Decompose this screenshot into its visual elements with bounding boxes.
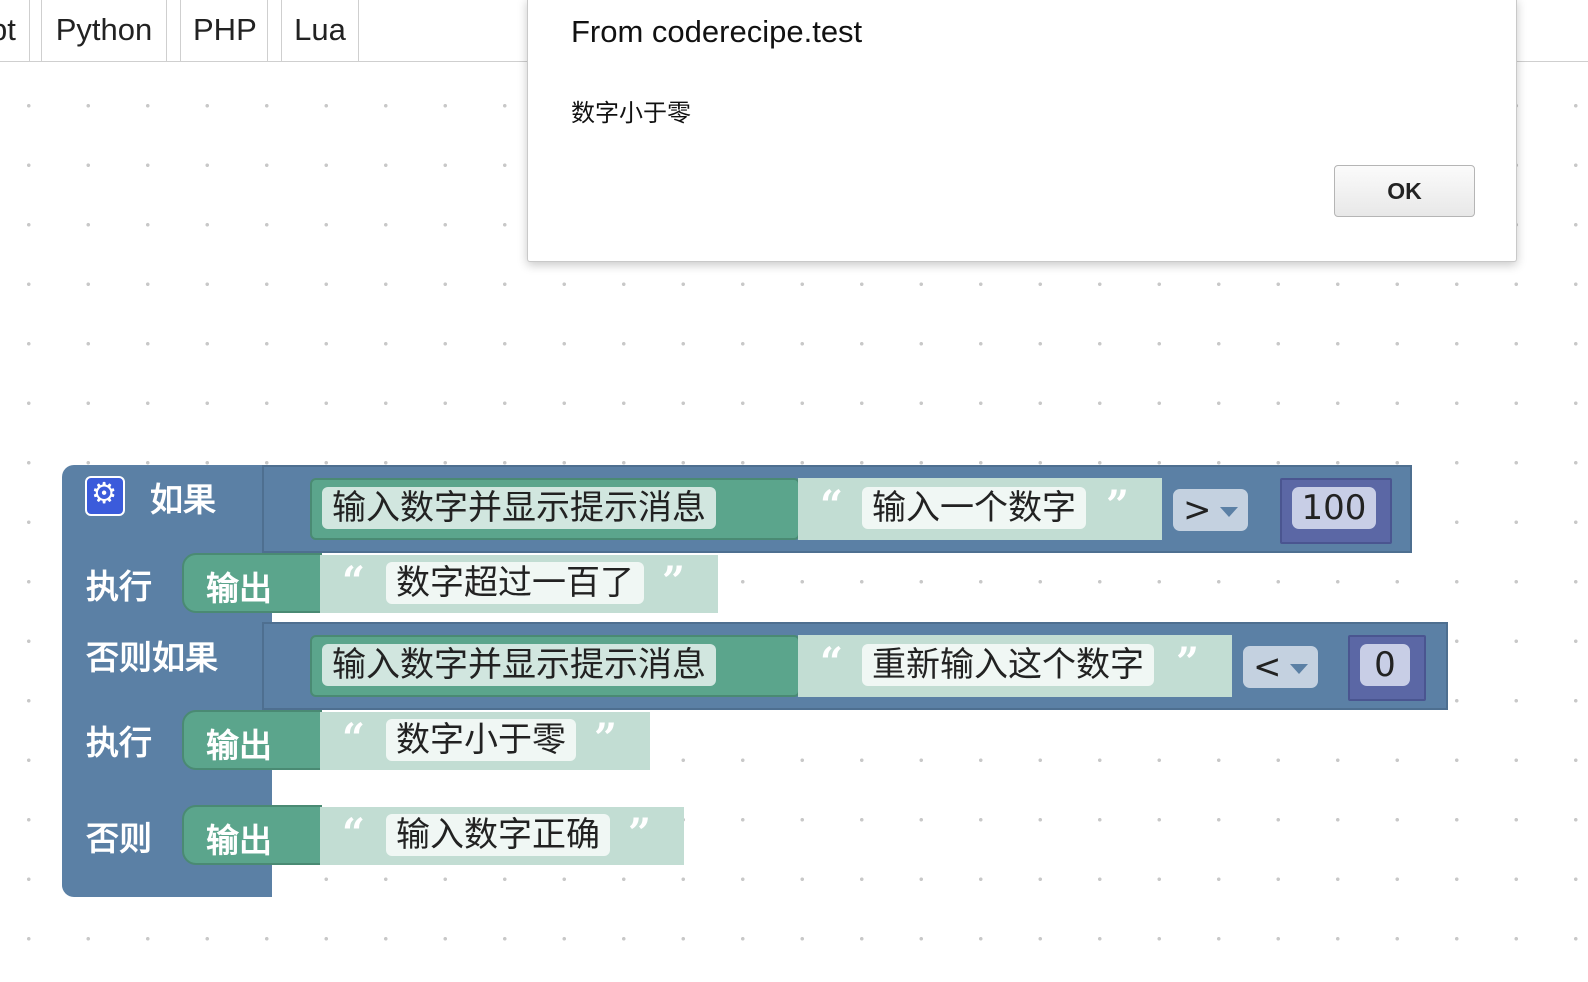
gear-icon[interactable] (85, 476, 125, 516)
print-label-3: 输出 (206, 821, 272, 860)
open-quote-icon: “ (342, 558, 366, 605)
chevron-down-icon (716, 657, 734, 668)
alert-dialog: From coderecipe.test 数字小于零 OK (527, 0, 1517, 262)
print-label-1: 输出 (206, 569, 272, 608)
open-quote-icon: “ (820, 639, 844, 686)
compare-operator-2-label: < (1253, 647, 1282, 687)
do-label-2: 执行 (86, 723, 152, 762)
print-text-2[interactable]: 数字小于零 (386, 719, 576, 761)
ok-button[interactable]: OK (1334, 165, 1475, 217)
chevron-down-icon (1219, 506, 1238, 517)
prompt-type-dropdown-1-label: 输入数字并显示提示消息 (332, 488, 706, 528)
print-text-3[interactable]: 输入数字正确 (386, 814, 610, 856)
prompt-text-2[interactable]: 重新输入这个数字 (862, 644, 1154, 686)
if-label: 如果 (150, 480, 216, 519)
open-quote-icon: “ (342, 715, 366, 762)
close-quote-icon: ” (1176, 639, 1200, 686)
tab-python[interactable]: Python (41, 0, 167, 61)
close-quote-icon: ” (628, 810, 652, 857)
close-quote-icon: ” (662, 558, 686, 605)
compare-operator-1[interactable]: > (1173, 489, 1248, 531)
close-quote-icon: ” (1106, 482, 1130, 529)
tab-javascript[interactable]: pt (0, 0, 30, 61)
number-value-2[interactable]: 0 (1360, 644, 1410, 686)
else-bottom (62, 872, 270, 896)
dialog-origin: From coderecipe.test (571, 14, 863, 49)
print-label-2: 输出 (206, 726, 272, 765)
tab-php[interactable]: PHP (180, 0, 268, 61)
compare-operator-1-label: > (1183, 490, 1212, 530)
number-value-1[interactable]: 100 (1292, 487, 1376, 529)
do-label-1: 执行 (86, 567, 152, 606)
chevron-down-icon (1289, 663, 1308, 674)
open-quote-icon: “ (820, 482, 844, 529)
compare-operator-2[interactable]: < (1243, 646, 1318, 688)
prompt-type-dropdown-2-label: 输入数字并显示提示消息 (332, 645, 706, 685)
dialog-message: 数字小于零 (571, 99, 691, 127)
prompt-text-1[interactable]: 输入一个数字 (862, 487, 1086, 529)
elseif-label: 否则如果 (86, 638, 218, 677)
tab-lua[interactable]: Lua (281, 0, 359, 61)
open-quote-icon: “ (342, 810, 366, 857)
chevron-down-icon (716, 500, 734, 511)
print-text-1[interactable]: 数字超过一百了 (386, 562, 644, 604)
else-label: 否则 (86, 819, 152, 858)
prompt-type-dropdown-2[interactable]: 输入数字并显示提示消息 (322, 644, 734, 686)
prompt-type-dropdown-1[interactable]: 输入数字并显示提示消息 (322, 487, 734, 529)
close-quote-icon: ” (594, 715, 618, 762)
